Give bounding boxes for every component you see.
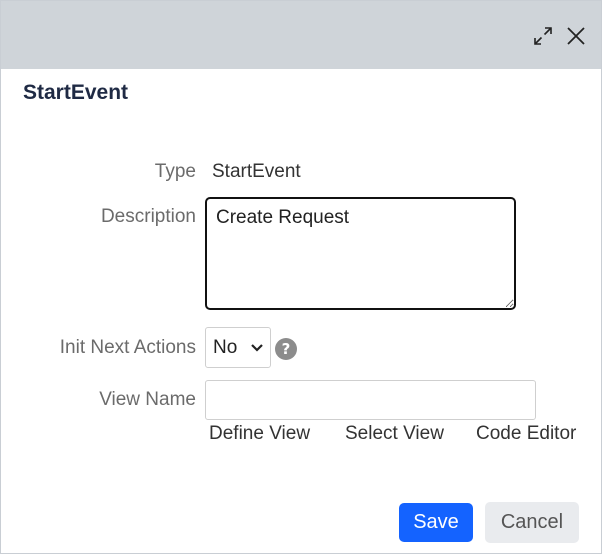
expand-icon — [534, 27, 552, 45]
code-editor-link[interactable]: Code Editor — [476, 423, 576, 445]
select-view-link[interactable]: Select View — [345, 423, 444, 445]
expand-button[interactable] — [530, 23, 556, 49]
type-value: StartEvent — [212, 161, 301, 182]
cancel-button[interactable]: Cancel — [485, 502, 579, 543]
init-next-actions-value: No — [213, 336, 238, 358]
type-label: Type — [154, 161, 196, 182]
help-icon[interactable]: ? — [275, 338, 297, 360]
close-icon — [567, 27, 585, 45]
define-view-link[interactable]: Define View — [209, 423, 310, 445]
init-next-actions-label: Init Next Actions — [59, 337, 196, 358]
dialog-titlebar — [1, 1, 601, 69]
dialog-title: StartEvent — [23, 81, 129, 104]
chevron-down-icon — [251, 344, 263, 352]
description-label: Description — [100, 206, 196, 227]
view-name-label: View Name — [99, 389, 196, 410]
save-button[interactable]: Save — [399, 503, 473, 542]
close-button[interactable] — [563, 23, 589, 49]
view-name-input[interactable] — [205, 380, 536, 420]
init-next-actions-select[interactable]: No — [205, 327, 271, 368]
description-textarea[interactable] — [205, 197, 516, 310]
start-event-dialog: StartEvent Type StartEvent Description I… — [0, 0, 602, 554]
